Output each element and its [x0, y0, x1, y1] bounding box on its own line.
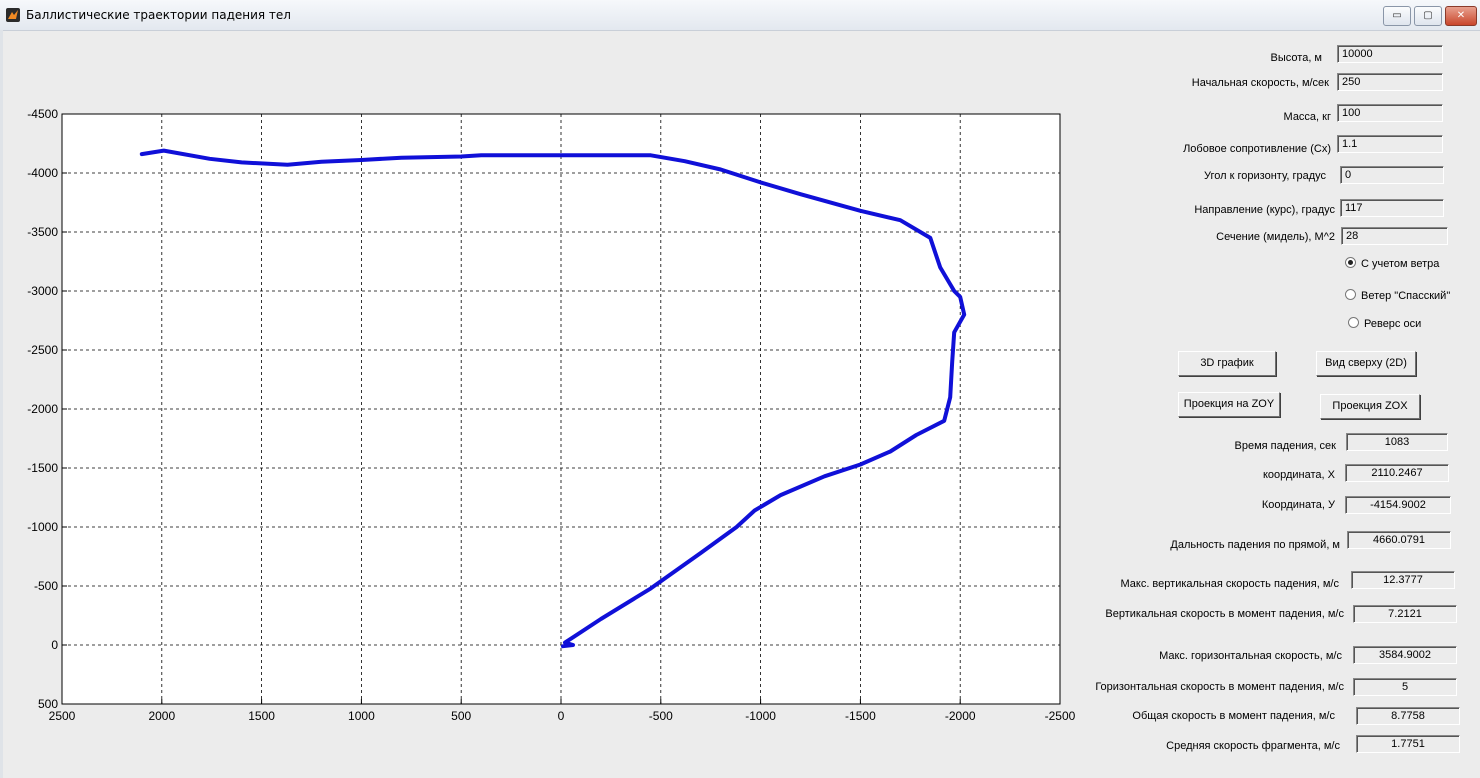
height-label: Высота, м [1270, 52, 1322, 64]
total-speed-impact-field[interactable]: 8.7758 [1356, 707, 1460, 725]
radio-spassky-wind[interactable]: Ветер "Спасский" [1345, 289, 1450, 302]
top-view-button[interactable]: Вид сверху (2D) [1316, 351, 1416, 376]
initial-speed-field[interactable]: 250 [1337, 73, 1443, 91]
radio-wind-label: С учетом ветра [1361, 258, 1440, 270]
x-tick-label: 1500 [248, 709, 275, 723]
x-tick-label: 0 [558, 709, 565, 723]
drag-coef-label: Лобовое сопротивление (Cx) [1183, 143, 1331, 155]
x-tick-label: 1000 [348, 709, 375, 723]
y-tick-label: -3500 [27, 225, 58, 239]
total-speed-impact-label: Общая скорость в момент падения, м/с [1132, 710, 1335, 722]
angle-field[interactable]: 0 [1340, 166, 1444, 184]
trajectory-plot[interactable]: 2500 2000 1500 1000 500 0 -500 -1000 -1500 -2000 -… [0, 0, 1090, 740]
angle-label: Угол к горизонту, градус [1204, 170, 1326, 182]
y-tick-label: 0 [51, 638, 58, 652]
coord-y-label: Координата, У [1261, 499, 1335, 511]
y-tick-label: -2000 [27, 402, 58, 416]
close-icon: ✕ [1456, 10, 1466, 21]
y-tick-label: 500 [38, 697, 58, 711]
y-tick-label: -2500 [27, 343, 58, 357]
radio-reverse-label: Реверс оси [1364, 318, 1422, 330]
x-tick-label: -1500 [845, 709, 876, 723]
distance-field[interactable]: 4660.0791 [1347, 531, 1451, 549]
drag-coef-field[interactable]: 1.1 [1337, 135, 1443, 153]
projection-zoy-button[interactable]: Проекция на ZOY [1178, 392, 1280, 417]
radio-spassky-label: Ветер "Спасский" [1361, 290, 1451, 302]
max-horizontal-speed-label: Макс. горизонтальная скорость, м/с [1159, 650, 1342, 662]
x-tick-label: 2000 [148, 709, 175, 723]
maximize-button[interactable]: ▢ [1414, 6, 1442, 26]
cross-section-field[interactable]: 28 [1341, 227, 1448, 245]
mass-label: Масса, кг [1283, 111, 1331, 123]
radio-wind[interactable]: С учетом ветра [1345, 257, 1439, 270]
vertical-speed-impact-label: Вертикальная скорость в момент падения, … [1105, 608, 1344, 620]
heading-field[interactable]: 117 [1340, 199, 1444, 217]
y-tick-label: -4500 [27, 107, 58, 121]
y-tick-label: -500 [34, 579, 58, 593]
x-tick-label: 500 [451, 709, 471, 723]
radio-dot [1348, 317, 1359, 328]
minimize-icon: ▭ [1392, 10, 1402, 21]
avg-fragment-speed-label: Средняя скорость фрагмента, м/с [1166, 740, 1340, 752]
max-vertical-speed-label: Макс. вертикальная скорость падения, м/с [1120, 578, 1339, 590]
cross-section-label: Сечение (мидель), M^2 [1216, 231, 1335, 243]
horizontal-speed-impact-field[interactable]: 5 [1353, 678, 1457, 696]
max-horizontal-speed-field[interactable]: 3584.9002 [1353, 646, 1457, 664]
x-tick-label: 2500 [49, 709, 76, 723]
fall-time-field[interactable]: 1083 [1346, 433, 1448, 451]
maximize-icon: ▢ [1423, 10, 1433, 21]
height-field[interactable]: 10000 [1337, 45, 1443, 63]
minimize-button[interactable]: ▭ [1383, 6, 1411, 26]
y-tick-label: -4000 [27, 166, 58, 180]
y-tick-label: -3000 [27, 284, 58, 298]
radio-dot-checked [1345, 257, 1356, 268]
distance-label: Дальность падения по прямой, м [1170, 539, 1340, 551]
y-tick-label: -1000 [27, 520, 58, 534]
heading-label: Направление (курс), градус [1194, 204, 1335, 216]
plot-3d-button[interactable]: 3D график [1178, 351, 1276, 376]
projection-zox-button[interactable]: Проекция ZOX [1320, 394, 1420, 419]
max-vertical-speed-field[interactable]: 12.3777 [1351, 571, 1455, 589]
radio-axis-reverse[interactable]: Реверс оси [1348, 317, 1421, 330]
initial-speed-label: Начальная скорость, м/сек [1191, 77, 1329, 89]
avg-fragment-speed-field[interactable]: 1.7751 [1356, 735, 1460, 753]
fall-time-label: Время падения, сек [1234, 440, 1336, 452]
close-button[interactable]: ✕ [1445, 6, 1477, 26]
y-tick-label: -1500 [27, 461, 58, 475]
horizontal-speed-impact-label: Горизонтальная скорость в момент падения… [1095, 681, 1344, 693]
x-tick-label: -1000 [745, 709, 776, 723]
coord-x-field[interactable]: 2110.2467 [1345, 464, 1449, 482]
coord-x-label: координата, X [1262, 469, 1335, 481]
x-tick-label: -2000 [945, 709, 976, 723]
vertical-speed-impact-field[interactable]: 7.2121 [1353, 605, 1457, 623]
radio-dot [1345, 289, 1356, 300]
x-tick-label: -2500 [1045, 709, 1076, 723]
coord-y-field[interactable]: -4154.9002 [1345, 496, 1451, 514]
mass-field[interactable]: 100 [1337, 104, 1443, 122]
x-tick-label: -500 [649, 709, 673, 723]
